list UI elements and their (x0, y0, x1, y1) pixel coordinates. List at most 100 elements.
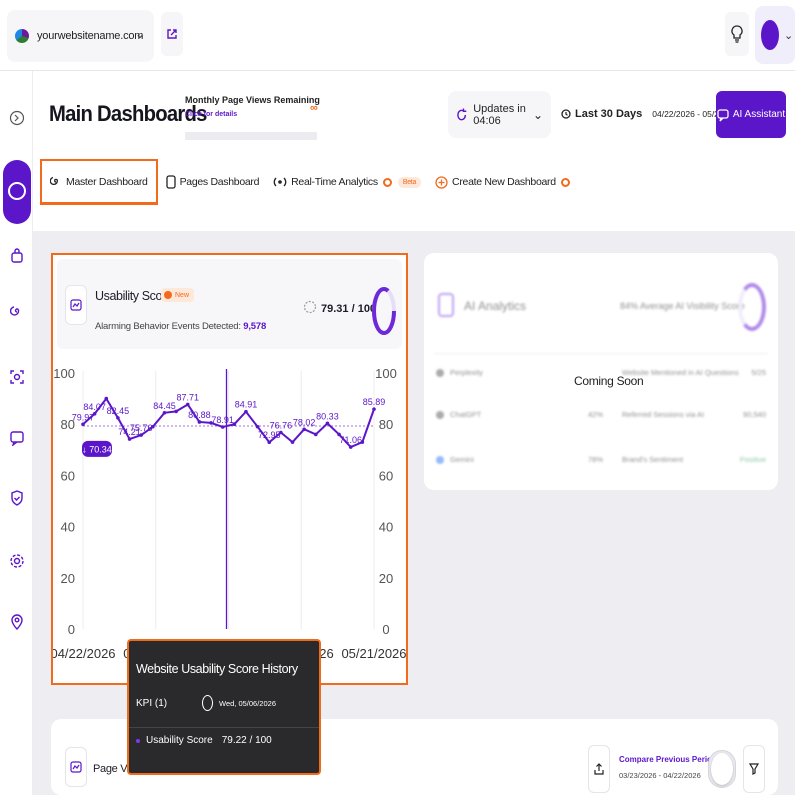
ai-row-metric: Brand's Sentiment (622, 455, 684, 464)
data-point (302, 427, 306, 432)
y-tick-label-right: 40 (379, 520, 393, 535)
tab-master-dashboard[interactable]: Master Dashboard (40, 159, 158, 205)
data-label: 85.89 (363, 397, 386, 407)
ai-analytics-preview: AI Analytics 84% Average AI Visibility S… (424, 253, 778, 490)
data-point (174, 409, 178, 414)
page-views-details-link[interactable]: Click for details (185, 111, 237, 118)
tab-label: Pages Dashboard (179, 176, 260, 188)
tips-button[interactable] (725, 12, 749, 56)
sidebar-item-heatmaps[interactable] (4, 299, 30, 325)
data-point (139, 433, 143, 437)
tab-real-time-analytics[interactable]: Real-Time Analytics Beta (273, 159, 422, 205)
sidebar-item-feedback[interactable] (4, 425, 30, 451)
usability-score-card: Usability Score New Alarming Behavior Ev… (51, 253, 408, 685)
refresh-icon (457, 107, 467, 120)
ai-visibility-score: 84% Average AI Visibility Score (620, 301, 745, 311)
chart-tooltip: Website Usability Score History KPI (1) … (127, 639, 321, 775)
y-tick-label-right: 100 (375, 366, 397, 381)
ai-analytics-card: AI Analytics 84% Average AI Visibility S… (424, 253, 778, 490)
lightbulb-icon (731, 25, 743, 43)
data-label: 87.71 (176, 392, 199, 402)
tab-create-new-dashboard[interactable]: Create New Dashboard (435, 159, 570, 205)
data-label: 84.45 (153, 401, 176, 411)
ai-analytics-title: AI Analytics (464, 299, 527, 313)
data-point (232, 422, 237, 426)
data-point (290, 440, 295, 444)
info-icon (560, 177, 570, 187)
coming-soon-label: Coming Soon (574, 374, 644, 388)
data-point (267, 440, 272, 445)
data-label: 84.07 (83, 402, 106, 412)
data-point (81, 422, 85, 427)
data-label: 75.76 (130, 423, 153, 433)
tooltip-series-value: 79.22 / 100 (221, 735, 272, 746)
y-tick-label-left: 40 (61, 520, 75, 535)
external-link-button[interactable] (161, 12, 183, 56)
min-marker-label: ↓ 70.34 (82, 444, 112, 454)
usability-line-chart: 00202040406060808010010004/22/202604/29/… (53, 366, 406, 661)
date-range-label: Last 30 Days (575, 108, 643, 120)
sidebar-item-dashboards[interactable] (3, 160, 31, 224)
data-point (348, 445, 353, 449)
data-point (255, 424, 260, 429)
tab-label: Create New Dashboard (452, 176, 556, 188)
filter-icon (749, 763, 759, 775)
gemini-icon (436, 456, 444, 464)
sidebar-item-security[interactable] (4, 485, 30, 511)
page-views-value: ∞ (310, 102, 318, 114)
ai-assistant-label: AI Assistant (732, 109, 786, 120)
compare-toggle[interactable] (708, 750, 736, 788)
collapse-arrow-icon (9, 110, 25, 126)
ai-visibility-gauge (738, 283, 766, 331)
series-swatch (136, 738, 140, 743)
data-point (116, 416, 120, 420)
sidebar-item-ecommerce[interactable] (4, 243, 30, 269)
tab-pages-dashboard[interactable]: Pages Dashboard (165, 159, 260, 205)
data-label: 84.91 (235, 400, 258, 410)
clock-icon (202, 695, 213, 711)
site-selector[interactable]: yourwebsitename.com ⌄ (7, 10, 154, 62)
site-favicon-icon (15, 29, 29, 43)
ai-row-chatgpt: ChatGPT 42% Referred Sessions via AI 90,… (436, 410, 770, 426)
ai-assistant-button[interactable]: AI Assistant (716, 91, 786, 138)
ai-row-name: Perplexity (450, 368, 483, 377)
left-sidebar (0, 71, 33, 795)
tooltip-date: Wed, 05/06/2026 (219, 699, 276, 708)
user-menu[interactable]: ⌄ (755, 6, 795, 64)
beta-badge: Beta (397, 176, 422, 188)
filter-button[interactable] (743, 745, 765, 793)
toggle-knob (711, 753, 733, 785)
avatar (761, 20, 779, 50)
data-point (127, 437, 132, 441)
tooltip-kpi: KPI (1) (136, 698, 168, 709)
top-bar: yourwebsitename.com ⌄ ⌄ (0, 0, 795, 71)
perplexity-icon (436, 369, 444, 377)
tab-label: Master Dashboard (66, 175, 148, 188)
spiral-icon (10, 306, 20, 316)
ai-analytics-icon (438, 293, 454, 317)
tooltip-title: Website Usability Score History (136, 662, 298, 676)
chevron-down-icon: ⌄ (134, 27, 145, 41)
chevron-down-icon: ⌄ (784, 29, 794, 42)
page-views-card-icon (65, 747, 87, 787)
share-button[interactable] (588, 745, 610, 793)
y-tick-label-right: 20 (379, 571, 393, 586)
header: Main Dashboards Monthly Page Views Remai… (33, 71, 795, 231)
ai-row-metric: Referred Sessions via AI (622, 410, 705, 419)
data-point (372, 407, 376, 411)
sidebar-item-location[interactable] (4, 609, 30, 635)
data-label: 78.02 (293, 417, 316, 427)
ai-row-name: ChatGPT (450, 410, 482, 419)
beta-icon (382, 177, 392, 187)
collapse-sidebar-button[interactable] (4, 105, 30, 131)
updates-dropdown[interactable]: Updates in 04:06 ⌄ (448, 91, 551, 138)
page-icon (165, 175, 176, 189)
ai-row-name: Gemini (450, 455, 474, 464)
compare-dates: 03/23/2026 - 04/22/2026 (619, 771, 701, 780)
sidebar-item-settings[interactable] (4, 548, 30, 574)
sidebar-item-recordings[interactable] (4, 364, 30, 390)
plus-circle-icon (435, 175, 448, 189)
y-tick-label-right: 60 (379, 468, 393, 483)
data-point (151, 424, 155, 429)
data-label: 82.45 (107, 406, 130, 416)
